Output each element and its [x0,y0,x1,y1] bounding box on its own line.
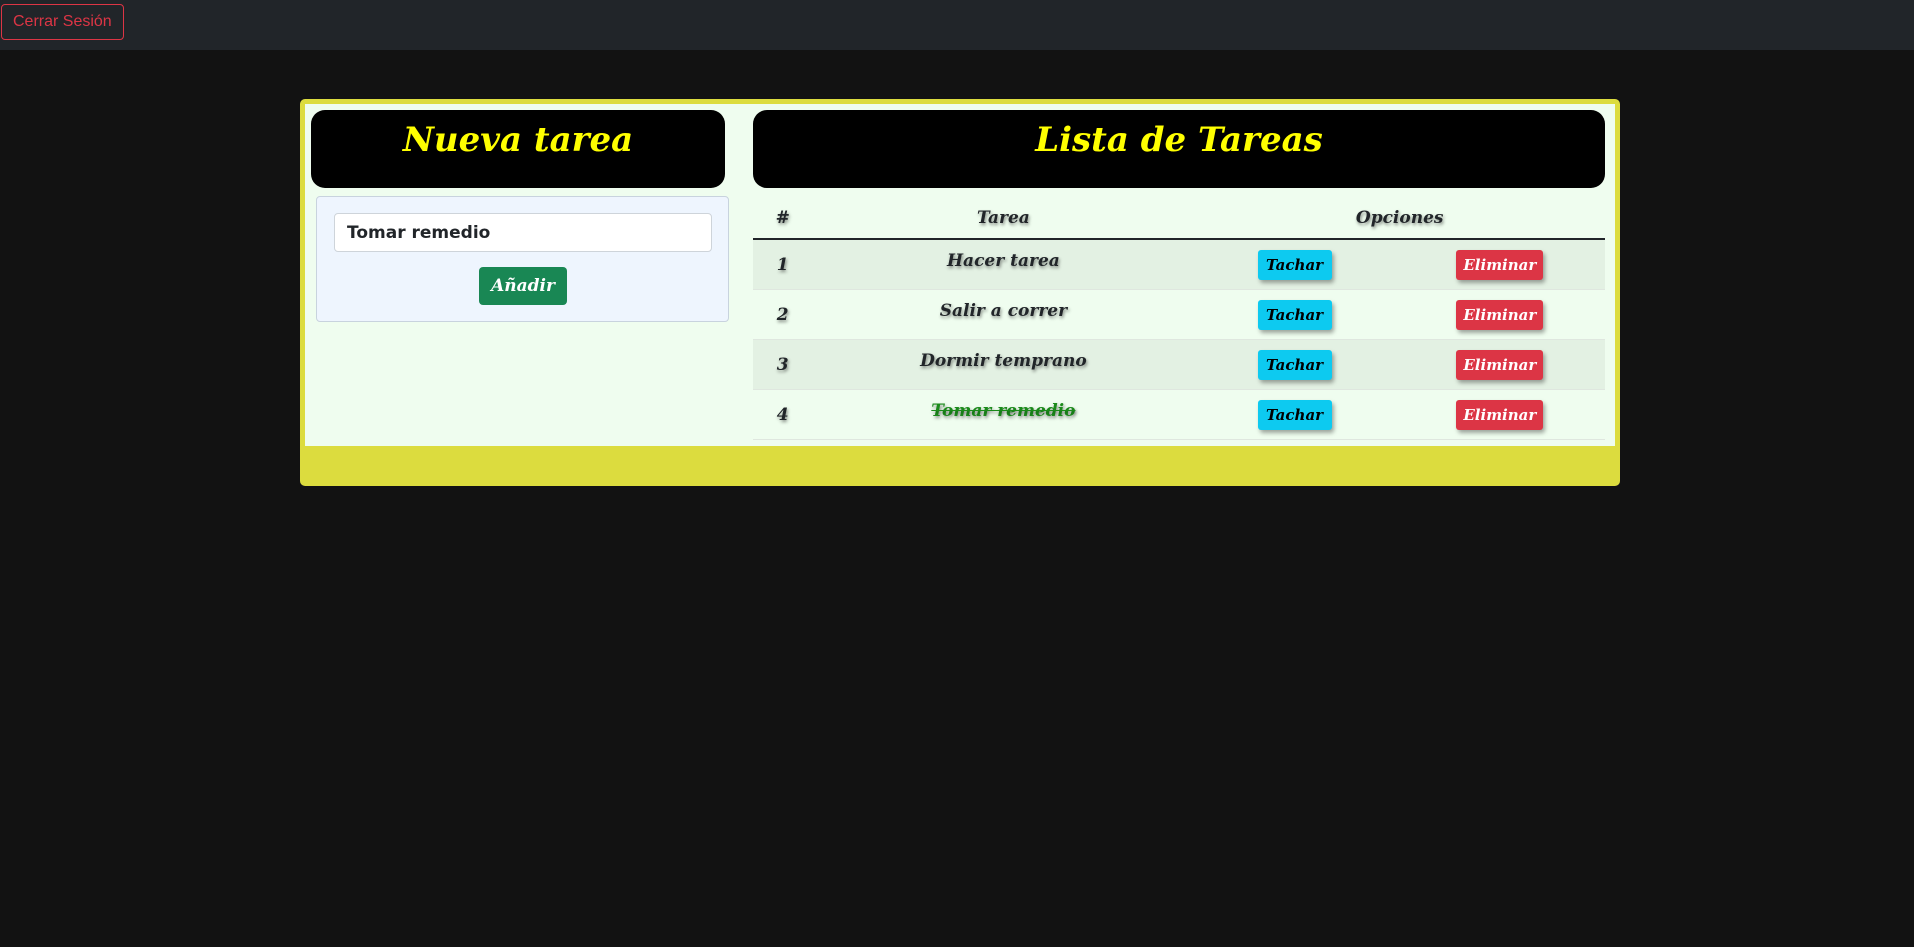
task-number: 3 [753,339,813,390]
table-row: 1 Hacer tarea Tachar Eliminar [753,239,1605,290]
top-navbar: Cerrar Sesión [0,0,1914,50]
task-number: 1 [753,239,813,290]
delete-task-button[interactable]: Eliminar [1456,349,1544,380]
column-header-options: Opciones [1194,198,1605,240]
task-list-title: Lista de Tareas [753,110,1605,188]
strike-task-button[interactable]: Tachar [1257,399,1332,430]
new-task-title: Nueva tarea [311,110,725,188]
new-task-form: Añadir [316,196,729,322]
task-name: Salir a correr [939,300,1068,321]
column-header-number: # [753,198,813,240]
logout-button[interactable]: Cerrar Sesión [1,4,124,40]
add-task-button[interactable]: Añadir [479,267,567,305]
task-name-done: Tomar remedio [931,400,1076,421]
delete-task-button[interactable]: Eliminar [1456,249,1544,280]
column-header-task: Tarea [812,198,1195,240]
delete-task-button[interactable]: Eliminar [1456,399,1544,430]
task-number: 4 [753,389,813,440]
task-input[interactable] [334,213,712,252]
table-header-row: # Tarea Opciones [753,198,1605,240]
table-row: 4 Tomar remedio Tachar Eliminar [753,389,1605,440]
table-row: 2 Salir a correr Tachar Eliminar [753,289,1605,340]
task-name: Dormir temprano [920,350,1087,371]
task-number: 2 [753,289,813,340]
table-row: 3 Dormir temprano Tachar Eliminar [753,339,1605,390]
strike-task-button[interactable]: Tachar [1257,249,1332,280]
task-table: # Tarea Opciones 1 Hacer tarea Tachar El… [753,198,1605,440]
strike-task-button[interactable]: Tachar [1257,349,1332,380]
strike-task-button[interactable]: Tachar [1257,299,1332,330]
task-name: Hacer tarea [947,250,1060,271]
delete-task-button[interactable]: Eliminar [1456,299,1544,330]
